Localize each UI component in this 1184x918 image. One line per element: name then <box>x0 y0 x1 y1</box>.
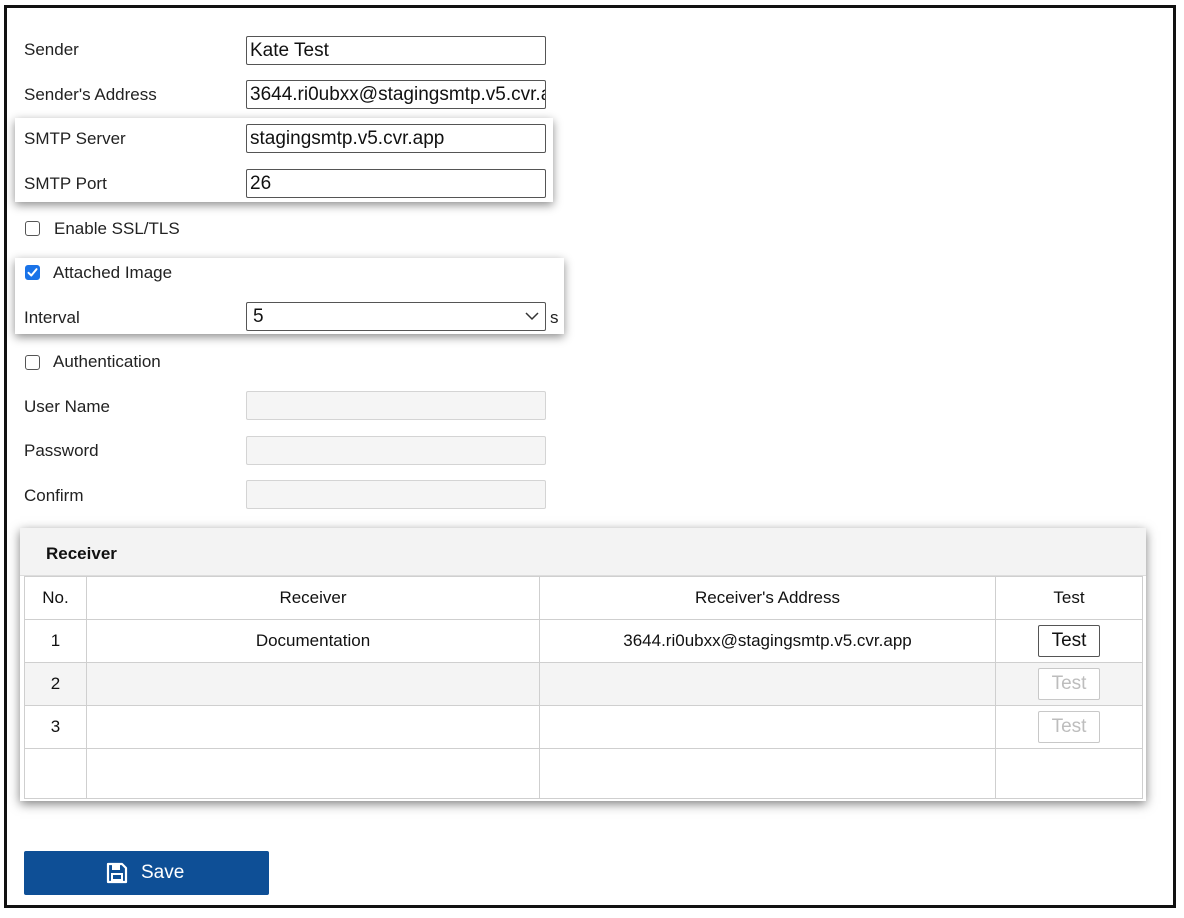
row-receiver <box>86 705 540 749</box>
receiver-table: No. Receiver Receiver's Address Test 1 D… <box>24 576 1143 799</box>
table-row[interactable]: 1 Documentation 3644.ri0ubxx@stagingsmtp… <box>24 619 1143 663</box>
smtp-port-label: SMTP Port <box>24 174 107 193</box>
attached-image-checkbox[interactable] <box>25 265 40 280</box>
row-receiver: Documentation <box>86 619 540 663</box>
receiver-table-header: No. Receiver Receiver's Address Test <box>24 576 1143 620</box>
password-input[interactable] <box>246 436 546 465</box>
confirm-label: Confirm <box>24 486 84 505</box>
test-button-3[interactable]: Test <box>1038 711 1100 743</box>
smtp-port-input[interactable]: 26 <box>246 169 546 198</box>
sender-input[interactable]: Kate Test <box>246 36 546 65</box>
column-header-no: No. <box>24 576 87 620</box>
checkmark-icon <box>27 268 38 277</box>
table-row-empty <box>24 748 1143 799</box>
username-label: User Name <box>24 397 110 416</box>
row-no: 1 <box>24 619 87 663</box>
column-header-receiver: Receiver <box>86 576 540 620</box>
sender-address-label: Sender's Address <box>24 85 157 104</box>
smtp-server-label: SMTP Server <box>24 129 126 148</box>
password-label: Password <box>24 441 99 460</box>
receiver-header: Receiver <box>20 528 1146 576</box>
receiver-panel: Receiver No. Receiver Receiver's Address… <box>20 528 1146 801</box>
save-label: Save <box>141 862 185 883</box>
column-header-test: Test <box>995 576 1143 620</box>
chevron-down-icon <box>525 312 539 321</box>
row-no: 2 <box>24 662 87 706</box>
receiver-title: Receiver <box>46 544 117 563</box>
interval-unit: s <box>550 308 559 327</box>
username-input[interactable] <box>246 391 546 420</box>
table-row[interactable]: 2 Test <box>24 662 1143 706</box>
authentication-label: Authentication <box>53 352 161 371</box>
row-address: 3644.ri0ubxx@stagingsmtp.v5.cvr.app <box>539 619 996 663</box>
sender-label: Sender <box>24 40 79 59</box>
ssl-label: Enable SSL/TLS <box>54 219 180 238</box>
table-row[interactable]: 3 Test <box>24 705 1143 749</box>
row-no: 3 <box>24 705 87 749</box>
authentication-checkbox[interactable] <box>25 355 40 370</box>
save-button[interactable]: Save <box>24 851 269 895</box>
confirm-input[interactable] <box>246 480 546 509</box>
floppy-disk-icon <box>106 862 128 884</box>
row-address <box>539 705 996 749</box>
sender-address-input[interactable]: 3644.ri0ubxx@stagingsmtp.v5.cvr.app <box>246 80 546 109</box>
attached-image-label: Attached Image <box>53 263 173 282</box>
smtp-server-input[interactable]: stagingsmtp.v5.cvr.app <box>246 124 546 153</box>
interval-value: 5 <box>253 306 264 327</box>
test-button-2[interactable]: Test <box>1038 668 1100 700</box>
interval-label: Interval <box>24 308 80 327</box>
row-receiver <box>86 662 540 706</box>
test-button-1[interactable]: Test <box>1038 625 1100 657</box>
ssl-checkbox[interactable] <box>25 221 40 236</box>
column-header-address: Receiver's Address <box>539 576 996 620</box>
interval-select[interactable]: 5 <box>246 302 546 331</box>
row-address <box>539 662 996 706</box>
